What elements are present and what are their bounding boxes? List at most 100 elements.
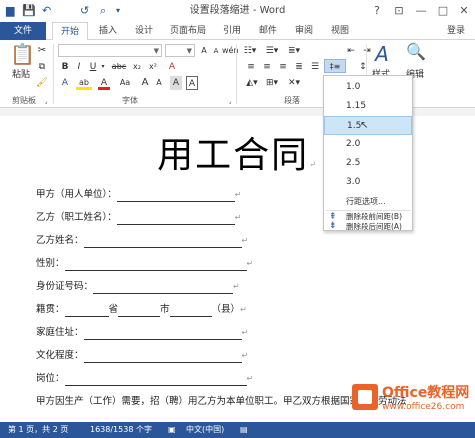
- tab-view[interactable]: 视图: [324, 22, 356, 40]
- bold-button[interactable]: B: [60, 60, 70, 74]
- decrease-indent-icon[interactable]: ⇤: [344, 44, 358, 58]
- copy-icon[interactable]: ⧉: [36, 60, 48, 74]
- chinese-layout-icon[interactable]: ✕▾: [286, 76, 302, 90]
- word-count[interactable]: 1638/1538 个字: [90, 422, 152, 438]
- character-shading-button[interactable]: A: [170, 76, 182, 90]
- format-painter-icon[interactable]: 🖌: [36, 76, 48, 90]
- align-right-icon[interactable]: ≡: [276, 60, 290, 74]
- cut-icon[interactable]: ✂: [36, 44, 48, 58]
- paste-button[interactable]: 粘贴: [8, 68, 34, 82]
- shrink-font-button[interactable]: A: [154, 76, 164, 90]
- shading-icon[interactable]: ◭▾: [244, 76, 260, 90]
- mouse-cursor-icon: ↖: [360, 120, 369, 131]
- paragraph-group-label: 段落: [284, 96, 300, 105]
- blank-underline: [64, 307, 109, 317]
- save-icon[interactable]: 💾: [22, 4, 36, 18]
- multilevel-list-icon[interactable]: ≣▾: [284, 44, 304, 58]
- justify-icon[interactable]: ≣: [292, 60, 306, 74]
- proofing-icon[interactable]: ▣: [168, 422, 176, 438]
- window-title: 设置段落缩进 - Word: [189, 5, 286, 16]
- page-count[interactable]: 第 1 页，共 2 页: [8, 422, 68, 438]
- paragraph-mark-icon: ↵: [234, 190, 242, 199]
- line-spacing-option-3-0[interactable]: 3.0: [324, 173, 412, 192]
- undo-icon[interactable]: ↶: [42, 4, 51, 18]
- login-link[interactable]: 登录: [447, 22, 465, 40]
- blank-underline: [83, 238, 242, 248]
- paragraph-mark-icon: ↵: [233, 282, 240, 291]
- find-icon[interactable]: 🔍: [404, 42, 428, 61]
- contract-line: 乙方（职工姓名）： ↵: [36, 211, 241, 225]
- strikethrough-button[interactable]: abc: [110, 60, 128, 74]
- align-left-icon[interactable]: ≡: [244, 60, 258, 74]
- line-spacing-option-2-0[interactable]: 2.0: [324, 135, 412, 154]
- line-spacing-option-2-5[interactable]: 2.5: [324, 154, 412, 173]
- line-spacing-button[interactable]: ‡≡: [324, 59, 346, 73]
- chevron-down-icon[interactable]: ▾: [100, 60, 106, 74]
- province-label: 省: [108, 304, 119, 315]
- distributed-icon[interactable]: ☰: [308, 60, 322, 74]
- tab-review[interactable]: 审阅: [288, 22, 320, 40]
- grow-font-button[interactable]: A: [140, 76, 150, 90]
- clipboard-group-label: 剪贴板: [12, 96, 36, 105]
- tab-mailings[interactable]: 邮件: [252, 22, 284, 40]
- line-spacing-menu: 1.0 1.15 1.5 2.0 2.5 3.0 行距选项... ⇞ 删除段前间距…: [323, 75, 413, 231]
- language-indicator[interactable]: 中文(中国): [186, 422, 224, 438]
- help-button[interactable]: ?: [368, 3, 386, 19]
- line-spacing-option-1-0[interactable]: 1.0: [324, 78, 412, 97]
- bullets-icon[interactable]: ☷▾: [240, 44, 260, 58]
- clear-formatting-icon[interactable]: A: [166, 60, 178, 74]
- italic-button[interactable]: I: [74, 60, 84, 74]
- print-preview-icon[interactable]: ⌕: [100, 4, 106, 18]
- tab-insert[interactable]: 插入: [92, 22, 124, 40]
- document-title-text: 用工合同: [157, 135, 310, 176]
- paste-icon[interactable]: 📋: [10, 42, 35, 66]
- redo-icon[interactable]: ↺: [80, 4, 89, 18]
- contract-line: 文化程度： ↵: [36, 349, 248, 363]
- blank-underline: [118, 307, 161, 317]
- shrink-font-icon[interactable]: A: [210, 44, 222, 58]
- blank-underline: [83, 353, 242, 363]
- tab-home[interactable]: 开始: [52, 22, 88, 41]
- tab-references[interactable]: 引用: [216, 22, 248, 40]
- font-size-combo[interactable]: ▼: [165, 44, 195, 57]
- paragraph-mark-icon: ↵: [241, 236, 249, 245]
- font-launcher-icon[interactable]: ⌟: [226, 95, 234, 109]
- change-case-button[interactable]: Aa: [116, 76, 134, 90]
- maximize-button[interactable]: □: [434, 3, 452, 19]
- line-spacing-options-item[interactable]: 行距选项...: [324, 192, 412, 211]
- ribbon-display-options-button[interactable]: ⊡: [390, 3, 408, 19]
- minimize-button[interactable]: —: [412, 3, 430, 19]
- remove-space-after-item[interactable]: ⇟ 删除段后间距(A): [324, 221, 412, 232]
- tab-design[interactable]: 设计: [128, 22, 160, 40]
- grow-font-icon[interactable]: A: [198, 44, 210, 58]
- tab-page-layout[interactable]: 页面布局: [164, 22, 212, 40]
- align-center-icon[interactable]: ≡: [260, 60, 274, 74]
- text-effects-icon[interactable]: A: [58, 76, 72, 90]
- wen-icon[interactable]: wén: [222, 44, 239, 58]
- tab-file[interactable]: 文件: [0, 22, 46, 40]
- office-logo-icon: [352, 384, 378, 410]
- blank-underline: [93, 284, 234, 294]
- line-label: 家庭住址：: [36, 327, 84, 338]
- numbering-icon[interactable]: ☰▾: [262, 44, 282, 58]
- character-border-button[interactable]: A: [186, 76, 198, 90]
- font-color-button[interactable]: A: [98, 76, 110, 90]
- clipboard-launcher-icon[interactable]: ⌟: [42, 95, 50, 109]
- font-name-combo[interactable]: ▼: [58, 44, 162, 57]
- close-button[interactable]: ✕: [455, 3, 473, 19]
- remove-space-before-label: 删除段前间距(B): [346, 212, 402, 221]
- word-icon: ▆: [6, 4, 15, 17]
- watermark: Office教程网 www.office26.com: [352, 380, 472, 422]
- macro-icon[interactable]: ▤: [240, 422, 248, 438]
- underline-button[interactable]: U: [88, 60, 98, 74]
- group-divider: [236, 44, 237, 104]
- line-label: 籍贯：: [36, 304, 65, 315]
- superscript-button[interactable]: x²: [146, 60, 160, 74]
- styles-icon[interactable]: A: [370, 42, 394, 66]
- borders-icon[interactable]: ⊞▾: [264, 76, 280, 90]
- highlight-color-button[interactable]: ab: [76, 76, 92, 90]
- line-spacing-option-1-15[interactable]: 1.15: [324, 97, 412, 116]
- paragraph-mark-icon: ↵: [240, 305, 247, 314]
- subscript-button[interactable]: x₂: [130, 60, 144, 74]
- customize-qa-icon[interactable]: ▾: [116, 4, 120, 18]
